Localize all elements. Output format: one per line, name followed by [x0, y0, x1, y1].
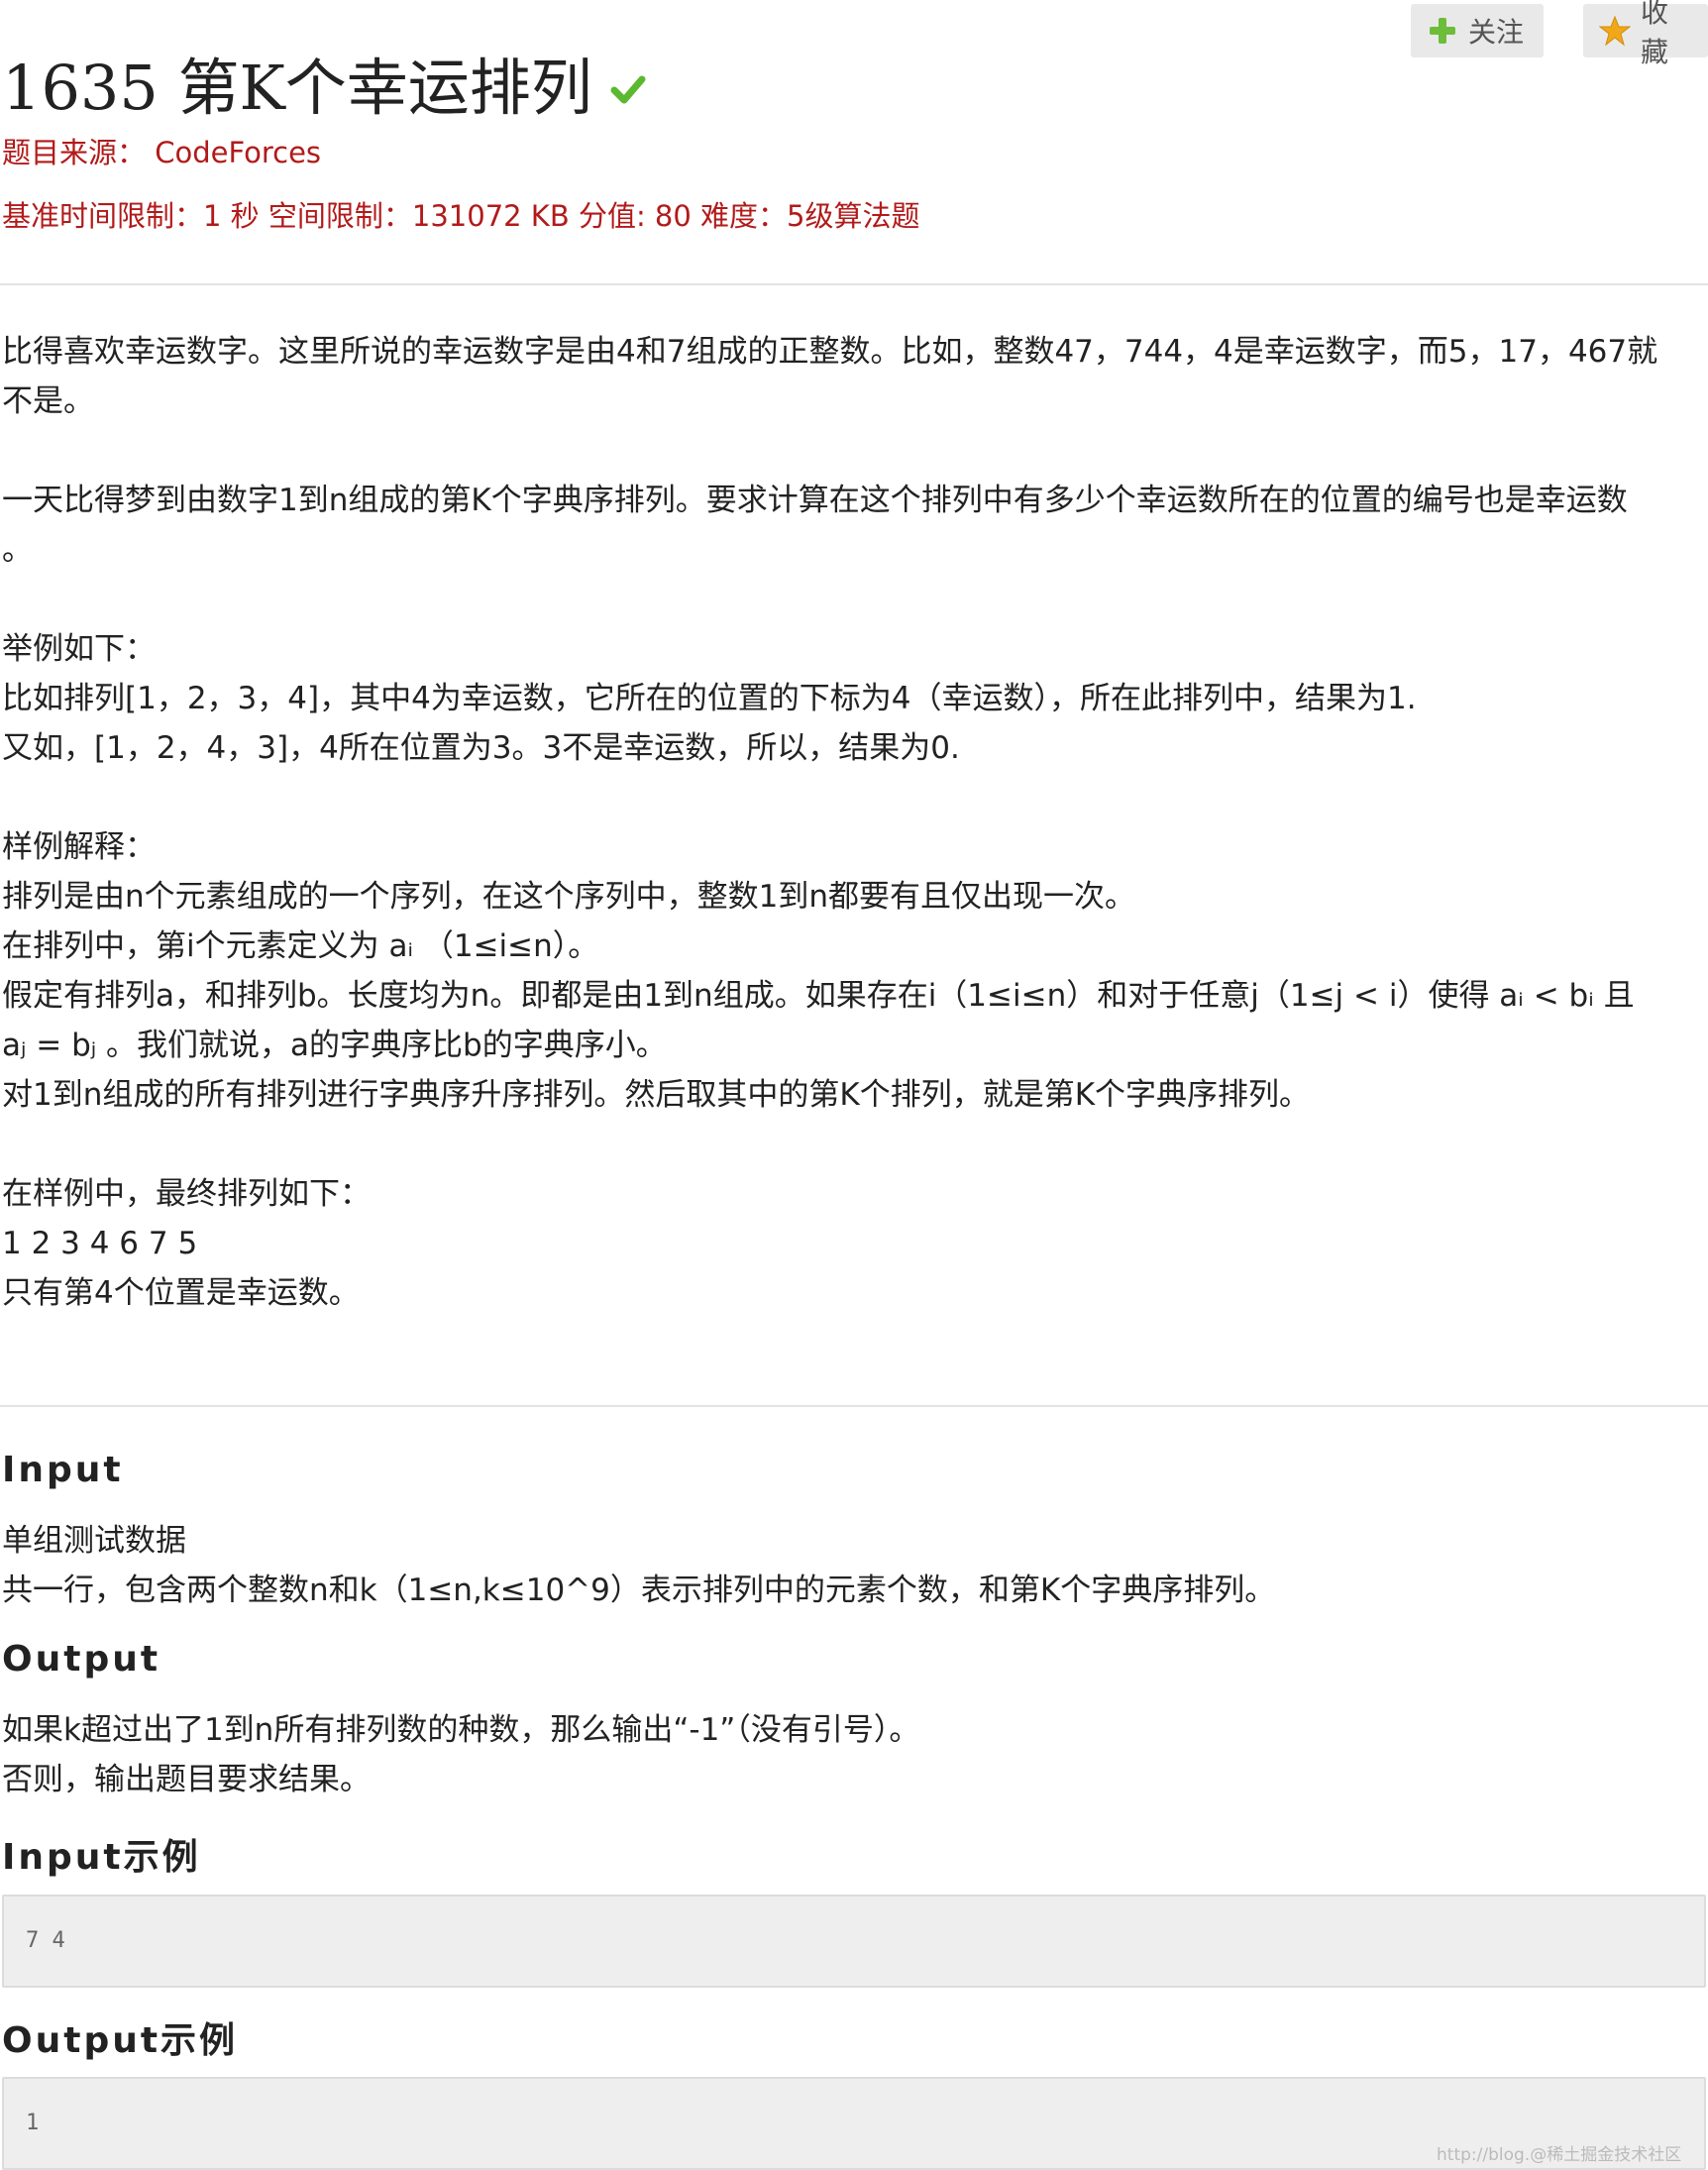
output-line: 如果k超过出了1到n所有排列数的种数，那么输出“-1”（没有引号）。	[2, 1712, 920, 1748]
sample-input-box[interactable]: 7 4	[2, 1895, 1706, 1988]
desc-line: 只有第4个位置是幸运数。	[2, 1275, 360, 1311]
favorite-button[interactable]: 收藏	[1583, 0, 1708, 68]
desc-line: 比如排列[1，2，3，4]，其中4为幸运数，它所在的位置的下标为4（幸运数），所…	[2, 681, 1417, 716]
favorite-label: 收藏	[1641, 0, 1669, 68]
desc-line	[2, 773, 1706, 822]
page-title: 1635 第K个幸运排列	[2, 52, 592, 124]
desc-line: 不是。	[2, 383, 94, 419]
desc-line: aⱼ = bⱼ 。我们就说，a的字典序比b的字典序小。	[2, 1028, 667, 1063]
output-section-title: Output	[2, 1639, 161, 1680]
watermark: http://blog.@稀土掘金技术社区	[1437, 2145, 1682, 2165]
sample-output-title: Output示例	[2, 2020, 239, 2061]
desc-line: 在排列中，第i个元素定义为 aᵢ （1≤i≤n）。	[2, 928, 599, 964]
problem-header: 1635 第K个幸运排列 关注 收藏 题目来源： CodeForces 基准时间…	[0, 0, 1708, 282]
desc-line: 对1到n组成的所有排列进行字典序升序排列。然后取其中的第K个排列，就是第K个字典…	[2, 1077, 1311, 1113]
desc-line: 1 2 3 4 6 7 5	[2, 1226, 198, 1261]
follow-button[interactable]: 关注	[1411, 4, 1544, 57]
desc-line: 排列是由n个元素组成的一个序列，在这个序列中，整数1到n都要有且仅出现一次。	[2, 879, 1136, 915]
desc-line	[2, 575, 1706, 624]
title-row: 1635 第K个幸运排列	[2, 38, 648, 127]
desc-line: 在样例中，最终排列如下：	[2, 1176, 371, 1212]
desc-line: 。	[2, 532, 33, 568]
input-section-title: Input	[2, 1450, 124, 1490]
desc-line: 举例如下：	[2, 631, 156, 667]
input-line: 共一行，包含两个整数n和k（1≤n,k≤10^9）表示排列中的元素个数，和第K个…	[2, 1573, 1276, 1608]
desc-line: 样例解释：	[2, 829, 156, 865]
desc-line: 又如，[1，2，4，3]，4所在位置为3。3不是幸运数，所以，结果为0.	[2, 730, 960, 766]
divider	[0, 1405, 1708, 1407]
divider	[0, 283, 1708, 285]
desc-line	[2, 1120, 1706, 1169]
plus-icon	[1427, 15, 1458, 47]
problem-source: 题目来源： CodeForces	[2, 136, 322, 169]
sample-input-title: Input示例	[2, 1837, 201, 1878]
desc-line: 假定有排列a，和排列b。长度均为n。即都是由1到n组成。如果存在i（1≤i≤n）…	[2, 978, 1635, 1014]
input-line: 单组测试数据	[2, 1523, 186, 1559]
star-icon	[1598, 15, 1632, 47]
desc-line: 比得喜欢幸运数字。这里所说的幸运数字是由4和7组成的正整数。比如，整数47，74…	[2, 334, 1658, 370]
problem-description: 比得喜欢幸运数字。这里所说的幸运数字是由4和7组成的正整数。比如，整数47，74…	[2, 327, 1706, 1318]
desc-line: 一天比得梦到由数字1到n组成的第K个字典序排列。要求计算在这个排列中有多少个幸运…	[2, 483, 1628, 518]
problem-limits: 基准时间限制：1 秒 空间限制：131072 KB 分值: 80 难度：5级算法…	[2, 199, 920, 233]
desc-line	[2, 426, 1706, 476]
output-line: 否则，输出题目要求结果。	[2, 1762, 371, 1797]
follow-label: 关注	[1468, 16, 1525, 49]
check-icon	[608, 69, 648, 109]
